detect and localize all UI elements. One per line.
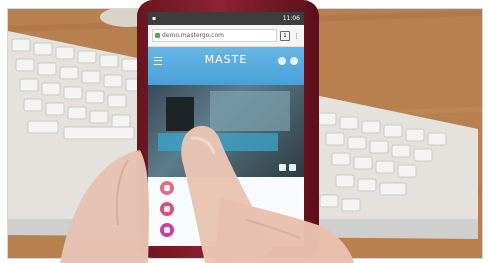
status-bar: ▪ 11:06 bbox=[148, 12, 304, 25]
video-frame: ▪ 11:06 demo.mastergo.com 1 ⋮ MASTE bbox=[0, 0, 488, 263]
tab-switcher-button[interactable]: 1 bbox=[280, 30, 290, 41]
twitter-icon[interactable] bbox=[289, 164, 296, 171]
user-icon[interactable] bbox=[278, 57, 286, 65]
chat-button[interactable] bbox=[160, 202, 174, 216]
status-time: 11:06 bbox=[282, 15, 300, 22]
hero-image bbox=[148, 85, 304, 177]
browser-toolbar: demo.mastergo.com 1 ⋮ bbox=[148, 25, 304, 47]
url-text: demo.mastergo.com bbox=[162, 32, 224, 39]
notification-icon: ▪ bbox=[152, 15, 157, 22]
lock-icon bbox=[155, 33, 160, 38]
address-bar[interactable]: demo.mastergo.com bbox=[152, 29, 277, 42]
pool bbox=[158, 133, 278, 151]
share-button[interactable] bbox=[160, 223, 174, 237]
social-icons bbox=[279, 164, 296, 171]
building-wall bbox=[210, 91, 290, 131]
settings-icon[interactable] bbox=[290, 57, 298, 65]
dark-doorway bbox=[166, 97, 194, 131]
website-header: MASTE bbox=[148, 47, 304, 85]
profile-button[interactable] bbox=[160, 181, 174, 195]
facebook-icon[interactable] bbox=[279, 164, 286, 171]
menu-dots-icon[interactable]: ⋮ bbox=[293, 32, 300, 40]
phone-screen: ▪ 11:06 demo.mastergo.com 1 ⋮ MASTE bbox=[148, 12, 304, 246]
page-content bbox=[148, 177, 304, 246]
